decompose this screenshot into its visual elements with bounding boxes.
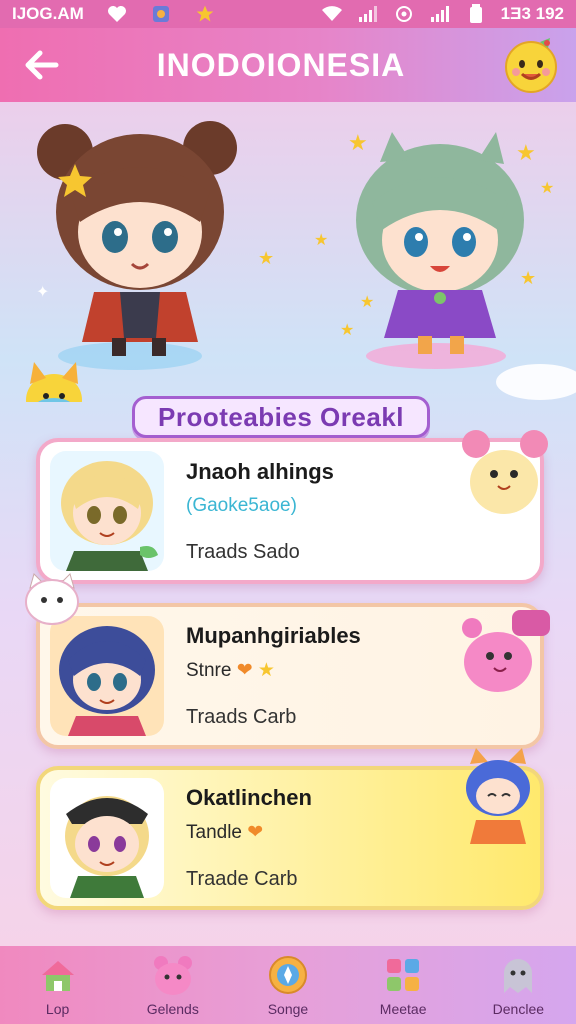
chibi-girl-left xyxy=(37,121,237,356)
app-header: INODOIONESIA xyxy=(0,28,576,102)
hamster-sticker-icon xyxy=(462,430,548,514)
back-button[interactable] xyxy=(12,35,72,95)
status-bar: IJOG.AM 1Ǝ3 192 xyxy=(0,0,576,28)
sparkle-icon: ✦ xyxy=(36,284,50,301)
item-subtitle: (Gaoke5aoe) xyxy=(186,494,297,516)
nav-label: Songe xyxy=(267,1001,309,1017)
nav-item-gelends[interactable]: Gelends xyxy=(123,953,223,1017)
wifi-icon xyxy=(321,5,343,23)
sparkle-icon: ★ xyxy=(540,180,555,197)
nav-item-denclee[interactable]: Denclee xyxy=(468,953,568,1017)
sparkle-icon: ★ xyxy=(258,248,275,268)
ghost-icon xyxy=(504,959,533,993)
grid-apps-icon xyxy=(387,959,420,991)
signal-icon xyxy=(357,5,379,23)
mascot-button[interactable] xyxy=(500,34,562,96)
chibi-girl-right xyxy=(356,132,524,354)
chibi-sticker-icon xyxy=(466,748,530,844)
avatar xyxy=(50,451,164,571)
sparkle-icon: ★ xyxy=(348,130,368,155)
item-tag: Traads Sado xyxy=(186,540,300,563)
item-tag: Traade Carb xyxy=(186,868,298,890)
compass-icon xyxy=(268,956,307,994)
house-icon xyxy=(41,961,74,991)
section-banner: Prooteabies Oreakl xyxy=(132,396,430,438)
small-creature-left xyxy=(26,362,82,426)
nav-item-lop[interactable]: Lop xyxy=(8,953,108,1017)
item-tag: Traads Carb xyxy=(186,706,297,728)
item-title: Mupanhgiriables xyxy=(186,623,361,648)
yellow-mascot-icon xyxy=(505,38,557,93)
status-carrier: IJOG.AM xyxy=(12,4,84,23)
star-icon xyxy=(194,5,216,23)
nav-item-songe[interactable]: Songe xyxy=(238,953,338,1017)
item-title: Jnaoh alhings xyxy=(186,458,334,484)
heart-icon: ❤ xyxy=(236,660,253,681)
item-subtitle: Stnre ❤ ★ xyxy=(186,659,361,682)
sparkle-icon: ★ xyxy=(360,294,375,311)
location-icon xyxy=(393,5,415,23)
sparkle-icon: ★ xyxy=(314,232,329,249)
nav-label: Gelends xyxy=(146,1001,199,1017)
battery-icon xyxy=(465,4,487,23)
page-title: INODOIONESIA xyxy=(156,46,406,83)
item-subtitle: Tandle ❤ xyxy=(186,821,312,844)
nav-item-meetae[interactable]: Meetae xyxy=(353,953,453,1017)
arrow-left-icon xyxy=(25,50,59,80)
nav-label: Meetae xyxy=(379,1001,427,1017)
sparkle-icon: ★ xyxy=(516,140,536,165)
hero-illustration: ★ ★ ★ ★ ★ ★ ✦ ★ ★ xyxy=(0,102,576,426)
bottom-navigation: Lop Gelends Songe Meetae Denclee xyxy=(0,946,576,1024)
cat-sticker-icon xyxy=(25,573,79,625)
sparkle-icon: ★ xyxy=(520,268,537,288)
avatar xyxy=(50,778,164,898)
heart-icon xyxy=(106,5,128,23)
pink-bear-sticker-icon xyxy=(462,610,550,692)
hero-scene-art xyxy=(26,121,576,426)
app-icon xyxy=(150,5,172,23)
star-icon: ★ xyxy=(257,660,275,681)
item-subtitle-text: Tandle xyxy=(186,822,242,843)
heart-icon: ❤ xyxy=(247,822,264,843)
avatar xyxy=(50,616,164,736)
nav-label: Denclee xyxy=(492,1001,545,1017)
item-subtitle-text: Stnre xyxy=(186,660,232,681)
item-title: Okatlinchen xyxy=(186,785,312,810)
pink-bear-icon xyxy=(153,956,192,995)
nav-label: Lop xyxy=(45,1001,70,1017)
status-time: 1Ǝ3 192 xyxy=(500,4,564,23)
signal-icon-2 xyxy=(429,5,451,23)
sparkle-icon: ★ xyxy=(340,322,355,339)
